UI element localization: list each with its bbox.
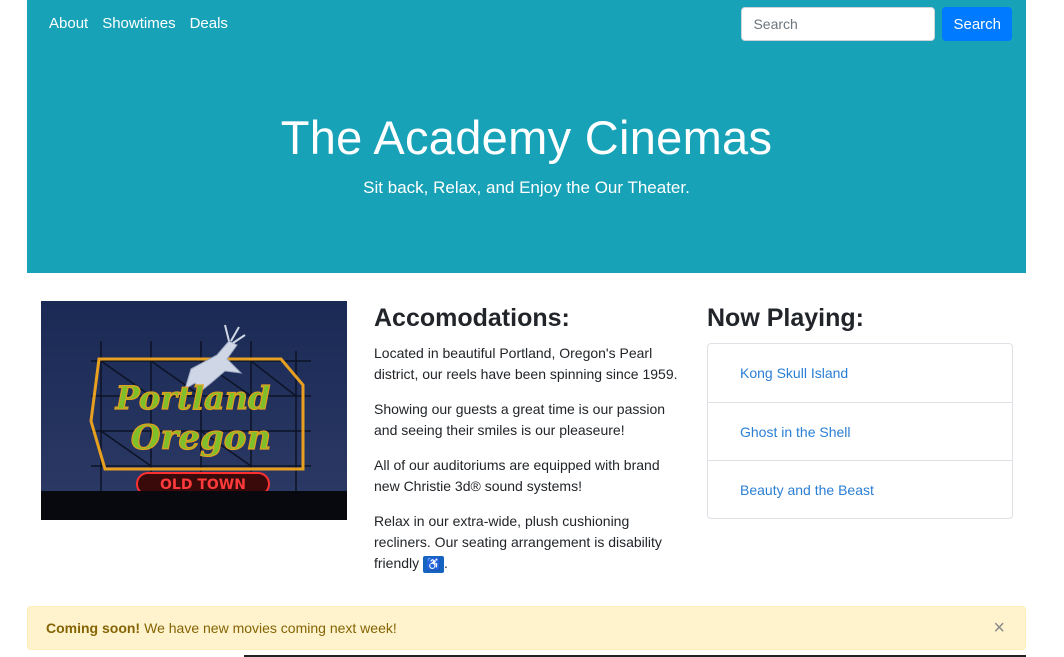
portland-sign-photo: Portland Oregon OLD TOWN <box>41 301 347 520</box>
nav-link-deals[interactable]: Deals <box>190 15 228 32</box>
accommodations-paragraph-4-text: Relax in our extra-wide, plush cushionin… <box>374 513 662 571</box>
now-playing-section: Now Playing: Kong Skull Island Ghost in … <box>707 303 1013 519</box>
movie-link-kong-skull-island[interactable]: Kong Skull Island <box>740 365 848 381</box>
page-subtitle: Sit back, Relax, and Enjoy the Our Theat… <box>363 178 690 197</box>
search-input[interactable] <box>741 7 936 41</box>
movie-list: Kong Skull Island Ghost in the Shell Bea… <box>707 343 1013 519</box>
movie-link-beauty-and-the-beast[interactable]: Beauty and the Beast <box>740 482 874 498</box>
list-item: Beauty and the Beast <box>708 460 1012 518</box>
search-form: Search <box>741 7 1012 41</box>
coming-soon-alert: Coming soon! We have new movies coming n… <box>27 606 1026 650</box>
search-button[interactable]: Search <box>942 7 1012 41</box>
accommodations-heading: Accomodations: <box>374 304 570 332</box>
wheelchair-icon: ♿ <box>423 556 444 573</box>
page-title: The Academy Cinemas <box>280 111 773 164</box>
top-nav: About Showtimes Deals <box>49 15 228 32</box>
accommodations-paragraph-4: Relax in our extra-wide, plush cushionin… <box>374 511 680 574</box>
accommodations-period: . <box>443 555 448 571</box>
alert-strong: Coming soon! <box>46 620 141 636</box>
alert-text: We have new movies coming next week! <box>144 620 397 636</box>
list-item: Kong Skull Island <box>708 344 1012 402</box>
hero-banner: About Showtimes Deals Search The Academy… <box>27 0 1026 273</box>
movie-link-ghost-in-the-shell[interactable]: Ghost in the Shell <box>740 424 851 440</box>
nav-link-showtimes[interactable]: Showtimes <box>102 15 175 32</box>
sign-text-oregon: Oregon <box>131 418 271 458</box>
sign-text-portland: Portland <box>115 379 271 417</box>
close-icon[interactable]: × <box>993 618 1005 638</box>
accommodations-paragraph-3: All of our auditoriums are equipped with… <box>374 457 660 494</box>
nav-link-about[interactable]: About <box>49 15 88 32</box>
now-playing-heading: Now Playing: <box>707 304 864 332</box>
accommodations-section: Accomodations: Located in beautiful Port… <box>374 303 680 588</box>
list-item: Ghost in the Shell <box>708 402 1012 460</box>
sign-text-old-town: OLD TOWN <box>160 477 246 493</box>
accommodations-paragraph-2: Showing our guests a great time is our p… <box>374 401 666 438</box>
accommodations-paragraph-1: Located in beautiful Portland, Oregon's … <box>374 345 678 382</box>
